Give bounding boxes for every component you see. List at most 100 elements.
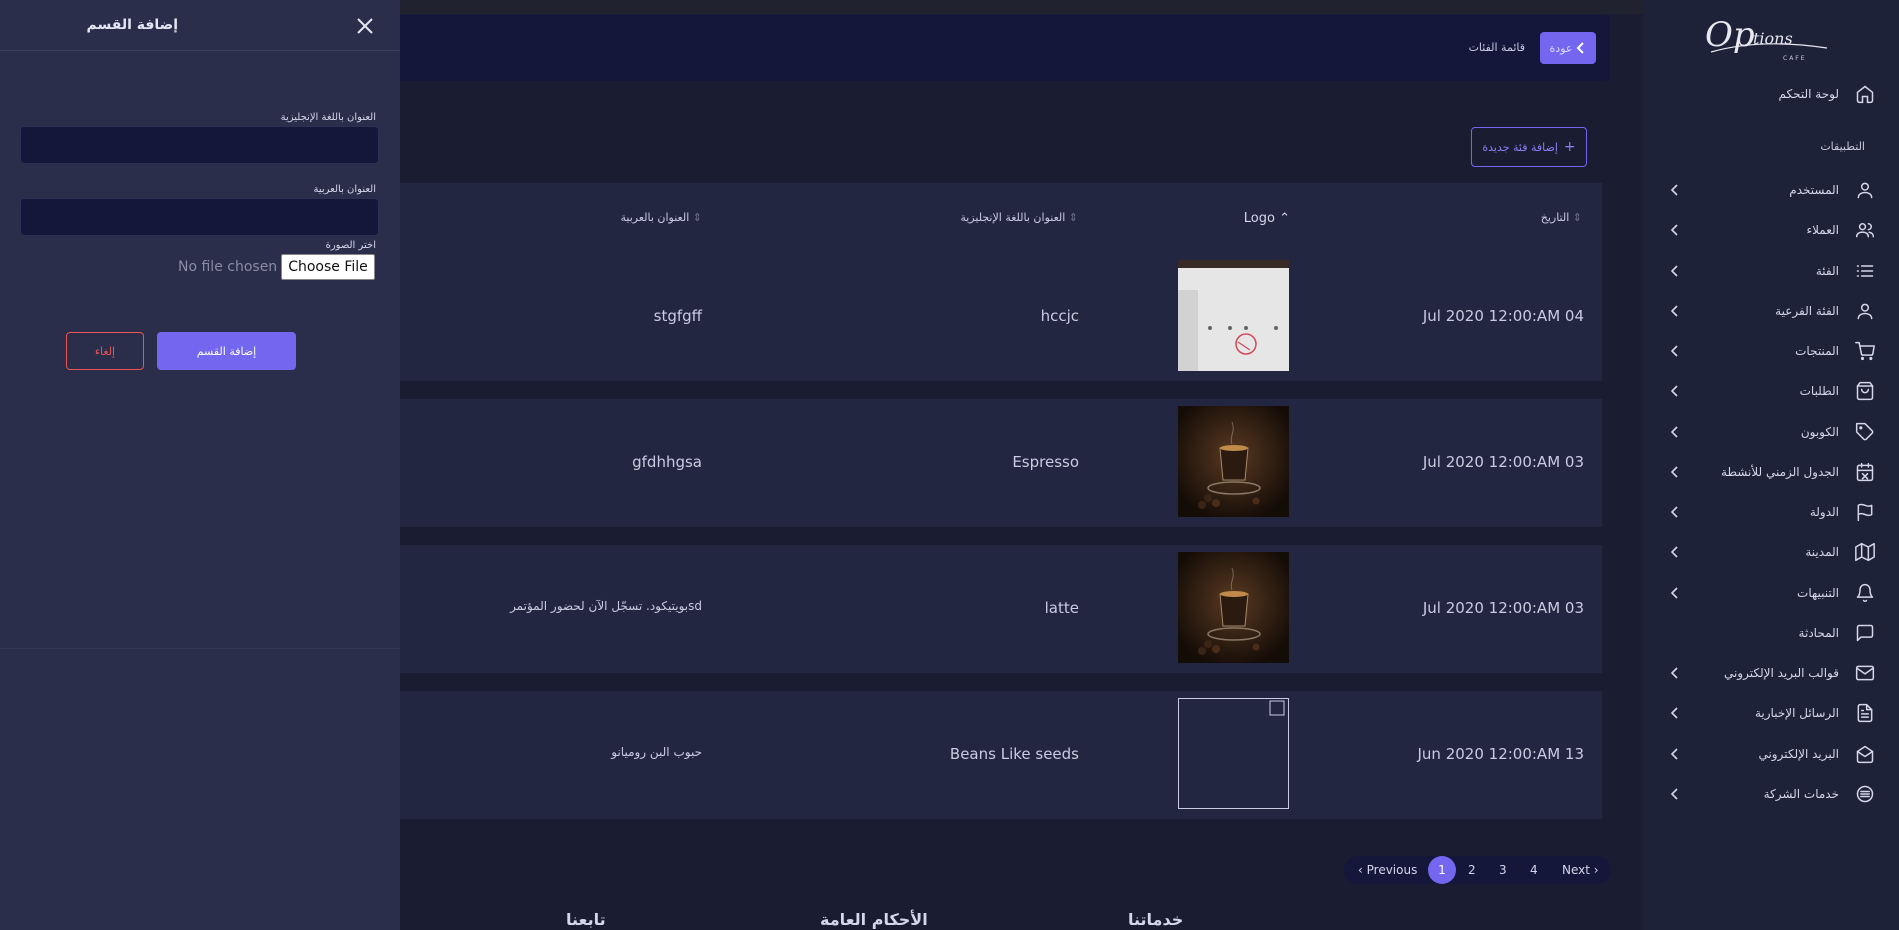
pagination-next-label: Next bbox=[1562, 863, 1590, 877]
chevron-left-icon bbox=[1670, 747, 1678, 760]
sidebar-item-5[interactable]: المنتجات bbox=[1643, 331, 1899, 371]
sidebar-item-4[interactable]: الفئة الفرعية bbox=[1643, 291, 1899, 331]
user-icon bbox=[1857, 303, 1873, 319]
sidebar-item-dashboard[interactable]: لوحة التحكم bbox=[1643, 74, 1899, 114]
pagination-page-2[interactable]: 2 bbox=[1468, 856, 1476, 884]
sidebar-item-15[interactable]: البريد الإلكتروني bbox=[1643, 734, 1899, 774]
no-file-text: No file chosen bbox=[178, 259, 278, 275]
users-icon bbox=[1855, 223, 1875, 238]
pagination-page-1[interactable]: 1 bbox=[1428, 856, 1456, 884]
sidebar-item-label: الفئة الفرعية bbox=[1775, 303, 1839, 318]
sidebar-item-label: المستخدم bbox=[1789, 183, 1839, 197]
column-header-date[interactable]: التاريخ ⇕ bbox=[1541, 211, 1582, 224]
sidebar-item-2[interactable]: العملاء bbox=[1643, 210, 1899, 250]
sidebar-item-label: الكوبون bbox=[1800, 424, 1839, 439]
bell-icon bbox=[1856, 583, 1874, 602]
sidebar-section-title: التطبيقات bbox=[1820, 140, 1865, 153]
product-image bbox=[1178, 260, 1289, 371]
pagination-page-3[interactable]: 3 bbox=[1499, 856, 1507, 884]
back-button-label: عودة bbox=[1549, 41, 1573, 55]
file-input: No file chosen Choose File bbox=[178, 254, 375, 280]
cell-title-ar: stgfgff bbox=[653, 307, 702, 325]
table-header: التاريخ ⇕ Logo ⌃ العنوان باللغة الإنجليز… bbox=[390, 183, 1602, 253]
sidebar-item-16[interactable]: خدمات الشركة bbox=[1643, 774, 1899, 814]
cell-date: Jul 2020 12:00:AM 04 bbox=[1422, 307, 1584, 325]
sidebar-item-13[interactable]: قوالب البريد الإلكتروني bbox=[1643, 653, 1899, 693]
calendar-icon bbox=[1856, 462, 1874, 481]
chevron-left-icon bbox=[1670, 506, 1678, 518]
title-en-input[interactable] bbox=[20, 126, 379, 164]
chevron-left-icon bbox=[1670, 586, 1678, 599]
title-en-label: العنوان باللغة الإنجليزية bbox=[280, 112, 376, 123]
close-icon[interactable] bbox=[356, 17, 374, 35]
column-header-label: Logo bbox=[1243, 211, 1275, 226]
sidebar-item-10[interactable]: المدينة bbox=[1643, 532, 1899, 572]
footer-heading-follow: تابعنا bbox=[566, 910, 606, 929]
sort-icon: ⇕ bbox=[1068, 211, 1078, 224]
sidebar-item-label: الدولة bbox=[1809, 505, 1839, 519]
column-header-logo[interactable]: Logo ⌃ bbox=[1244, 211, 1290, 226]
sort-icon: ⇕ bbox=[1572, 211, 1582, 224]
broken-image bbox=[1178, 698, 1289, 809]
pagination-previous[interactable]: ‹ Previous bbox=[1358, 856, 1417, 884]
sidebar-item-11[interactable]: التنبيهات bbox=[1643, 573, 1899, 613]
cell-title-en: Espresso bbox=[1012, 453, 1079, 471]
chevron-left-icon bbox=[1670, 385, 1678, 397]
cell-title-en: Beans Like seeds bbox=[949, 745, 1079, 763]
column-header-title-en[interactable]: العنوان باللغة الإنجليزية ⇕ bbox=[960, 211, 1078, 224]
chevron-left-icon bbox=[1670, 305, 1678, 317]
sort-up-icon: ⌃ bbox=[1279, 211, 1290, 226]
sidebar-item-1[interactable]: المستخدم bbox=[1643, 170, 1899, 210]
svg-text:tions: tions bbox=[1753, 29, 1793, 48]
table-row[interactable]: Jul 2020 12:00:AM 03 Espresso gfdhhgsa bbox=[390, 399, 1602, 527]
column-header-label: العنوان بالعربية bbox=[620, 211, 690, 224]
chevron-left-icon bbox=[1670, 224, 1678, 236]
cancel-button[interactable]: إلغاء bbox=[66, 332, 144, 370]
svg-text:Op: Op bbox=[1705, 15, 1755, 55]
sidebar-item-8[interactable]: الجدول الزمني للأنشطة bbox=[1643, 452, 1899, 492]
column-header-title-ar[interactable]: العنوان بالعربية ⇕ bbox=[621, 211, 703, 224]
add-section-button[interactable]: إضافة القسم bbox=[157, 332, 296, 370]
cell-title-ar: حبوب البن روميانو bbox=[611, 745, 702, 759]
pagination-page-4[interactable]: 4 bbox=[1530, 856, 1538, 884]
sidebar-item-14[interactable]: الرسائل الإخبارية bbox=[1643, 693, 1899, 733]
sidebar-item-7[interactable]: الكوبون bbox=[1643, 412, 1899, 452]
add-category-button[interactable]: إضافة فئة جديدة + bbox=[1471, 127, 1587, 167]
envelope-open-icon bbox=[1856, 745, 1874, 763]
brand-logo: Op tions CAFE bbox=[1705, 15, 1828, 62]
sidebar-item-label: العملاء bbox=[1806, 223, 1839, 238]
chevron-left-icon bbox=[1670, 707, 1678, 719]
cell-date: Jul 2020 12:00:AM 03 bbox=[1422, 453, 1584, 471]
cell-date: Jul 2020 12:00:AM 03 bbox=[1422, 599, 1584, 617]
chevron-left-icon bbox=[1670, 345, 1678, 357]
table-row[interactable]: Jul 2020 12:00:AM 03 latte بويتيكود. تسجّل… bbox=[390, 545, 1602, 673]
back-button[interactable]: عودة bbox=[1540, 32, 1596, 64]
sidebar-item-label: التنبيهات bbox=[1797, 585, 1839, 600]
pagination-next[interactable]: Next › bbox=[1562, 856, 1599, 884]
image-label: اختر الصورة bbox=[325, 240, 376, 251]
table-row[interactable]: Jul 2020 12:00:AM 04 hccjc stgfgff bbox=[390, 253, 1602, 381]
mail-icon bbox=[1855, 665, 1875, 681]
sidebar-item-label: المنتجات bbox=[1795, 344, 1839, 358]
chevron-left-icon bbox=[1670, 184, 1678, 196]
sidebar-item-9[interactable]: الدولة bbox=[1643, 492, 1899, 532]
chevron-left-icon bbox=[1670, 264, 1678, 277]
sidebar-item-12[interactable]: المحادثة bbox=[1643, 613, 1899, 653]
sidebar-item-3[interactable]: الفئة bbox=[1643, 251, 1899, 291]
title-ar-label: العنوان بالعربية bbox=[313, 184, 376, 195]
title-ar-input[interactable] bbox=[20, 198, 379, 236]
cart-icon bbox=[1855, 341, 1875, 361]
document-icon bbox=[1857, 704, 1873, 723]
drawer-title: إضافة القسم bbox=[86, 17, 178, 33]
chevron-left-icon bbox=[1670, 425, 1678, 438]
table-row[interactable]: Jun 2020 12:00:AM 13 Beans Like seeds حبوب… bbox=[390, 691, 1602, 819]
choose-file-button[interactable]: Choose File bbox=[281, 254, 375, 280]
sort-icon: ⇕ bbox=[692, 211, 702, 224]
sidebar-item-6[interactable]: الطلبات bbox=[1643, 371, 1899, 411]
sidebar-item-label: المحادثة bbox=[1798, 625, 1839, 640]
cell-title-ar: بويتيكود. تسجّل الآن لحضور المؤتمرsd bbox=[510, 599, 702, 613]
cell-title-en: hccjc bbox=[1040, 307, 1079, 325]
breadcrumb[interactable]: قائمة الفئات bbox=[1469, 41, 1525, 54]
chevron-left-icon bbox=[1670, 546, 1678, 558]
pagination-previous-label: Previous bbox=[1366, 863, 1418, 877]
